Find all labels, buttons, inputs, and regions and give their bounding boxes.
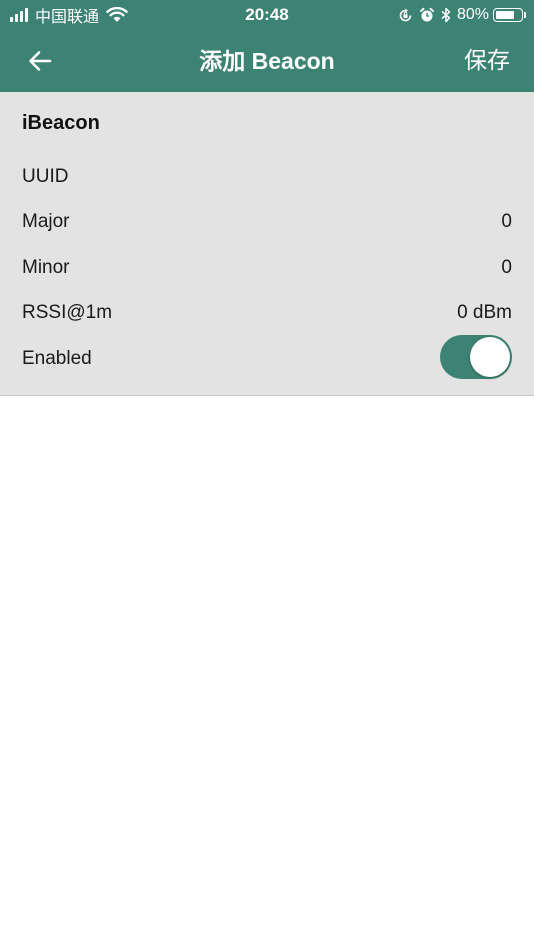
battery-percent: 80% <box>456 6 489 23</box>
section-title: iBeacon <box>22 112 100 134</box>
uuid-row[interactable]: UUID <box>22 162 512 192</box>
bluetooth-icon <box>441 7 451 23</box>
back-button[interactable] <box>22 45 58 77</box>
page-title: 添加 Beacon <box>199 48 335 74</box>
major-label: Major <box>22 211 70 232</box>
status-bar: 中国联通 20:48 80% <box>0 0 534 30</box>
minor-value[interactable]: 0 <box>501 253 512 283</box>
app-header: 中国联通 20:48 80% 添加 Beacon 保存 <box>0 0 534 92</box>
rssi-row[interactable]: RSSI@1m 0 dBm <box>22 298 512 328</box>
ibeacon-form-panel: iBeacon UUID Major 0 Minor 0 RSSI@1m 0 d… <box>0 92 534 396</box>
enabled-row: Enabled <box>22 335 512 379</box>
battery-icon <box>493 8 523 22</box>
save-button[interactable]: 保存 <box>464 45 510 75</box>
battery-cap <box>524 12 526 18</box>
enabled-label: Enabled <box>22 348 92 369</box>
orientation-lock-icon <box>398 8 413 23</box>
rssi-label: RSSI@1m <box>22 302 113 323</box>
toggle-knob <box>470 337 510 377</box>
enabled-toggle[interactable] <box>440 335 512 379</box>
major-value[interactable]: 0 <box>501 207 512 237</box>
battery-level <box>496 11 514 19</box>
uuid-label: UUID <box>22 166 69 187</box>
status-right: 80% <box>398 5 526 25</box>
minor-label: Minor <box>22 257 70 278</box>
navigation-bar: 添加 Beacon 保存 <box>0 30 534 92</box>
arrow-left-icon <box>29 51 52 71</box>
major-row[interactable]: Major 0 <box>22 207 512 237</box>
rssi-value[interactable]: 0 dBm <box>457 298 512 328</box>
minor-row[interactable]: Minor 0 <box>22 253 512 283</box>
alarm-icon <box>419 7 435 23</box>
